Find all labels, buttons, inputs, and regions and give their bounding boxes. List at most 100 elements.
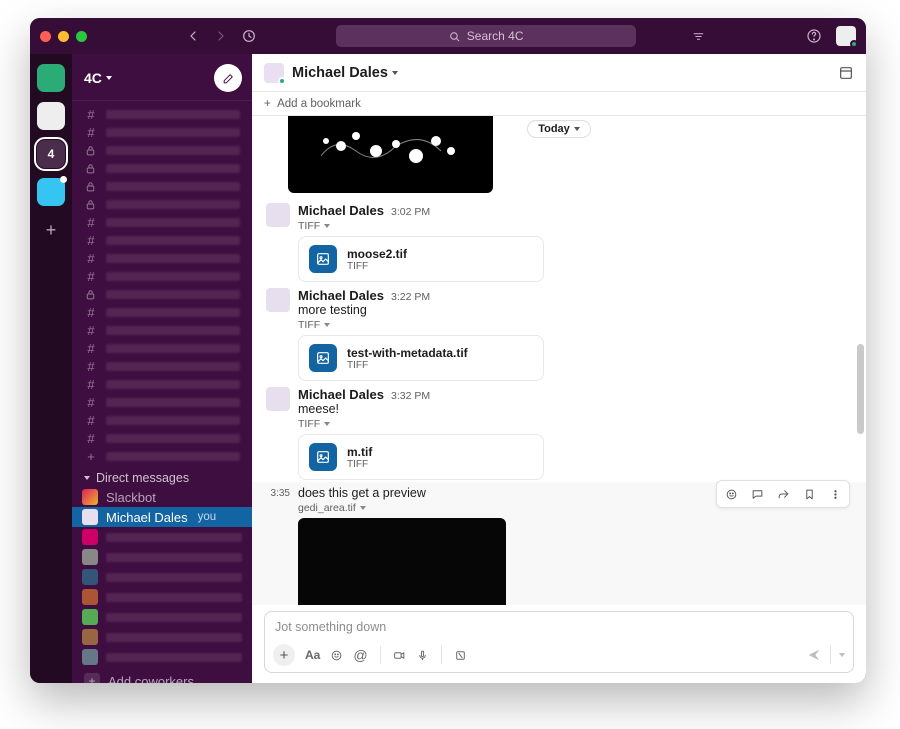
help-icon[interactable] xyxy=(806,28,822,44)
close-window-button[interactable] xyxy=(40,31,51,42)
message-list[interactable]: Today Michael Dales 3:02 PM xyxy=(252,116,866,605)
channel-item[interactable]: # xyxy=(72,375,252,393)
channel-item[interactable]: # xyxy=(72,321,252,339)
dm-self[interactable]: Michael Dales you xyxy=(72,507,252,527)
add-bookmark-button[interactable]: + Add a bookmark xyxy=(264,98,361,110)
search-input[interactable]: Search 4C xyxy=(336,25,636,47)
channel-avatar xyxy=(264,63,284,83)
format-button[interactable]: Aa xyxy=(305,648,320,662)
file-attachment[interactable]: test-with-metadata.tif TIFF xyxy=(298,335,544,381)
channel-item[interactable]: # xyxy=(72,123,252,141)
send-options-button[interactable] xyxy=(839,653,845,657)
user-avatar[interactable] xyxy=(836,26,856,46)
author-name[interactable]: Michael Dales xyxy=(298,203,384,218)
author-avatar[interactable] xyxy=(266,288,290,312)
scrollbar[interactable] xyxy=(856,94,864,623)
chevron-down-icon xyxy=(324,422,330,426)
dm-item[interactable] xyxy=(72,567,252,587)
add-coworkers-button[interactable]: + Add coworkers xyxy=(72,667,252,683)
add-bookmark-label: Add a bookmark xyxy=(277,98,361,110)
canvas-icon[interactable] xyxy=(838,65,854,81)
workspace-1[interactable] xyxy=(37,64,65,92)
dm-item[interactable] xyxy=(72,647,252,667)
channel-item[interactable]: # xyxy=(72,231,252,249)
workspace-rail: 4 + xyxy=(30,54,72,683)
channel-item[interactable] xyxy=(72,159,252,177)
scrollbar-thumb[interactable] xyxy=(857,344,864,434)
history-icon[interactable] xyxy=(241,28,257,44)
file-tag[interactable]: TIFF xyxy=(298,220,850,232)
channel-item[interactable] xyxy=(72,195,252,213)
bookmark-button[interactable] xyxy=(798,484,820,504)
channel-item[interactable]: # xyxy=(72,411,252,429)
dm-item[interactable] xyxy=(72,547,252,567)
file-type-icon xyxy=(309,245,337,273)
author-avatar[interactable] xyxy=(266,203,290,227)
thread-button[interactable] xyxy=(746,484,768,504)
composer-input[interactable]: Jot something down xyxy=(265,612,853,640)
channel-header: Michael Dales xyxy=(252,54,866,92)
dm-item[interactable] xyxy=(72,627,252,647)
attach-button[interactable]: + xyxy=(273,644,295,666)
channel-item[interactable]: # xyxy=(72,267,252,285)
file-attachment[interactable]: m.tif TIFF xyxy=(298,434,544,480)
channel-item[interactable]: # xyxy=(72,213,252,231)
workspace-3[interactable]: 4 xyxy=(37,140,65,168)
compose-button[interactable] xyxy=(214,64,242,92)
mention-button[interactable]: @ xyxy=(353,647,367,663)
shortcuts-button[interactable] xyxy=(454,649,467,662)
file-attachment[interactable]: moose2.tif TIFF xyxy=(298,236,544,282)
channel-item[interactable]: # xyxy=(72,249,252,267)
lock-icon xyxy=(84,288,97,301)
workspace-switcher[interactable]: 4C xyxy=(84,70,112,86)
audio-button[interactable] xyxy=(416,649,429,662)
chevron-down-icon xyxy=(324,224,330,228)
channel-item[interactable]: # xyxy=(72,429,252,447)
channel-item[interactable] xyxy=(72,285,252,303)
author-name[interactable]: Michael Dales xyxy=(298,387,384,402)
workspace-4[interactable] xyxy=(37,178,65,206)
add-workspace-button[interactable]: + xyxy=(46,220,57,241)
channel-item[interactable]: # xyxy=(72,339,252,357)
message-actions xyxy=(716,480,850,508)
dm-label: Michael Dales xyxy=(106,510,188,525)
dm-item[interactable] xyxy=(72,607,252,627)
slackbot-icon xyxy=(82,489,98,505)
file-tag[interactable]: TIFF xyxy=(298,418,850,430)
emoji-button[interactable] xyxy=(330,649,343,662)
forward-icon[interactable] xyxy=(213,28,229,44)
channel-item[interactable]: # xyxy=(72,303,252,321)
file-tag[interactable]: TIFF xyxy=(298,319,850,331)
reaction-button[interactable] xyxy=(720,484,742,504)
channel-item[interactable]: # xyxy=(72,105,252,123)
share-button[interactable] xyxy=(772,484,794,504)
bookmarks-bar: + Add a bookmark xyxy=(252,92,866,116)
channel-title-button[interactable]: Michael Dales xyxy=(292,65,398,81)
author-avatar[interactable] xyxy=(266,387,290,411)
chevron-down-icon xyxy=(360,506,366,510)
minimize-window-button[interactable] xyxy=(58,31,69,42)
send-button[interactable] xyxy=(806,647,822,663)
back-icon[interactable] xyxy=(185,28,201,44)
maximize-window-button[interactable] xyxy=(76,31,87,42)
dm-item[interactable] xyxy=(72,587,252,607)
channel-item[interactable] xyxy=(72,177,252,195)
workspace-name: 4C xyxy=(84,70,102,86)
dm-label: Slackbot xyxy=(106,490,156,505)
author-name[interactable]: Michael Dales xyxy=(298,288,384,303)
image-preview[interactable] xyxy=(298,518,506,605)
filters-icon[interactable] xyxy=(692,30,705,43)
dm-section-header[interactable]: Direct messages xyxy=(72,465,252,487)
add-channel[interactable]: + xyxy=(72,447,252,465)
channel-item[interactable]: # xyxy=(72,393,252,411)
more-button[interactable] xyxy=(824,484,846,504)
channel-item[interactable] xyxy=(72,141,252,159)
dm-item[interactable] xyxy=(72,527,252,547)
workspace-2[interactable] xyxy=(37,102,65,130)
video-button[interactable] xyxy=(393,649,406,662)
message: Michael Dales 3:32 PM meese! TIFF m.tif … xyxy=(252,383,866,482)
image-preview[interactable] xyxy=(288,116,493,193)
dm-slackbot[interactable]: Slackbot xyxy=(72,487,252,507)
message-time: 3:32 PM xyxy=(391,390,430,402)
channel-item[interactable]: # xyxy=(72,357,252,375)
